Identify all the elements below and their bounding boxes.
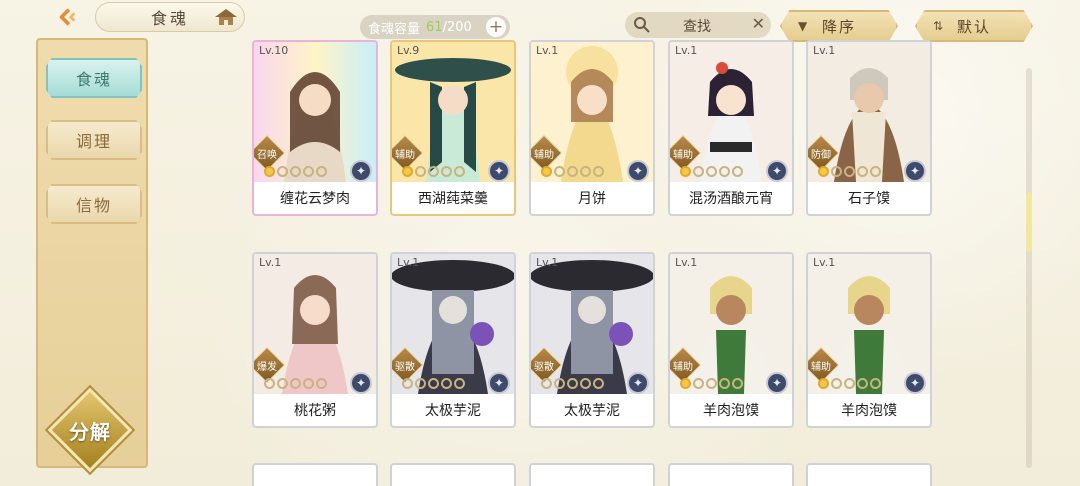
star-rating (402, 166, 465, 177)
character-name: 羊肉泡馍 (808, 394, 930, 426)
element-icon: ✦ (904, 160, 926, 182)
character-card-partial[interactable] (668, 463, 794, 486)
decompose-button[interactable]: 分解 (47, 387, 133, 473)
character-name: 太极芋泥 (392, 394, 514, 426)
role-label: 驱散 (395, 362, 415, 373)
role-label: 辅助 (811, 362, 831, 373)
character-name: 混汤酒酿元宵 (670, 182, 792, 214)
element-icon: ✦ (627, 160, 649, 182)
star-rating (264, 166, 327, 177)
character-card[interactable]: Lv.1 辅助 ✦ 月饼 (529, 40, 655, 216)
star-rating (680, 166, 743, 177)
role-label: 辅助 (673, 362, 693, 373)
star-rating (818, 378, 881, 389)
sidebar-item-food-soul[interactable]: 食魂 (46, 58, 142, 98)
back-arrow-icon (59, 8, 76, 26)
add-capacity-button[interactable]: + (486, 17, 506, 37)
star-rating (541, 378, 604, 389)
character-card-partial[interactable] (390, 463, 516, 486)
character-name: 桃花粥 (254, 394, 376, 426)
character-card[interactable]: Lv.10 召唤 ✦ 缠花云梦肉 (252, 40, 378, 216)
clear-icon[interactable]: ✕ (752, 14, 765, 33)
capacity-display: 食魂容量 61/200 + (360, 15, 510, 39)
header: 食魂 (0, 0, 245, 36)
role-label: 爆发 (257, 362, 277, 373)
sidebar-item-tokens[interactable]: 信物 (46, 184, 142, 224)
level-label: Lv.1 (675, 256, 698, 269)
level-label: Lv.10 (259, 44, 289, 57)
character-card[interactable]: Lv.1 驱散 ✦ 太极芋泥 (390, 252, 516, 428)
level-label: Lv.1 (813, 44, 836, 57)
character-card[interactable]: Lv.1 辅助 ✦ 混汤酒酿元宵 (668, 40, 794, 216)
star-rating (402, 378, 465, 389)
character-name: 月饼 (531, 182, 653, 214)
element-icon: ✦ (627, 372, 649, 394)
level-label: Lv.1 (813, 256, 836, 269)
element-icon: ✦ (350, 160, 372, 182)
level-label: Lv.1 (259, 256, 282, 269)
element-icon: ✦ (766, 372, 788, 394)
role-label: 防御 (811, 150, 831, 161)
star-rating (264, 378, 327, 389)
level-label: Lv.1 (397, 256, 420, 269)
sort-mode-label: 默认 (956, 17, 991, 36)
search-placeholder: 查找 (683, 19, 711, 35)
role-label: 召唤 (257, 150, 277, 161)
character-name: 石子馍 (808, 182, 930, 214)
decompose-label: 分解 (69, 419, 111, 444)
role-label: 驱散 (534, 362, 554, 373)
level-label: Lv.1 (675, 44, 698, 57)
element-icon: ✦ (904, 372, 926, 394)
character-card[interactable]: Lv.1 辅助 ✦ 羊肉泡馍 (668, 252, 794, 428)
level-label: Lv.1 (536, 44, 559, 57)
sort-mode-button[interactable]: ⇅ 默认 (915, 10, 1033, 42)
home-icon[interactable] (213, 8, 239, 26)
role-label: 辅助 (395, 150, 415, 161)
element-icon: ✦ (766, 160, 788, 182)
element-icon: ✦ (488, 160, 510, 182)
search-icon (634, 17, 650, 33)
element-icon: ✦ (350, 372, 372, 394)
character-card-partial[interactable] (252, 463, 378, 486)
role-label: 辅助 (673, 150, 693, 161)
triangle-down-icon: ▼ (798, 19, 810, 33)
sort-order-button[interactable]: ▼ 降序 (780, 10, 898, 42)
element-icon: ✦ (488, 372, 510, 394)
capacity-label: 食魂容量 (368, 21, 421, 37)
character-card-partial[interactable] (529, 463, 655, 486)
character-card[interactable]: Lv.9 辅助 ✦ 西湖莼菜羹 (390, 40, 516, 216)
character-card[interactable]: Lv.1 辅助 ✦ 羊肉泡馍 (806, 252, 932, 428)
search-input[interactable]: 查找 ✕ (625, 12, 771, 38)
level-label: Lv.1 (536, 256, 559, 269)
character-name: 西湖莼菜羹 (392, 182, 514, 214)
star-rating (541, 166, 604, 177)
character-name: 太极芋泥 (531, 394, 653, 426)
character-name: 羊肉泡馍 (670, 394, 792, 426)
sidebar-item-conditioning[interactable]: 调理 (46, 120, 142, 160)
swap-icon: ⇅ (933, 19, 946, 33)
scrollbar-thumb[interactable] (1026, 192, 1032, 252)
character-card[interactable]: Lv.1 驱散 ✦ 太极芋泥 (529, 252, 655, 428)
character-name: 缠花云梦肉 (254, 182, 376, 214)
capacity-max: /200 (442, 19, 472, 35)
character-card-partial[interactable] (806, 463, 932, 486)
level-label: Lv.9 (397, 44, 420, 57)
character-card[interactable]: Lv.1 爆发 ✦ 桃花粥 (252, 252, 378, 428)
scrollbar-track[interactable] (1026, 68, 1032, 468)
star-rating (818, 166, 881, 177)
role-label: 辅助 (534, 150, 554, 161)
capacity-current: 61 (426, 19, 443, 35)
star-rating (680, 378, 743, 389)
back-button[interactable] (40, 4, 94, 30)
character-card[interactable]: Lv.1 防御 ✦ 石子馍 (806, 40, 932, 216)
sort-order-label: 降序 (821, 17, 856, 36)
